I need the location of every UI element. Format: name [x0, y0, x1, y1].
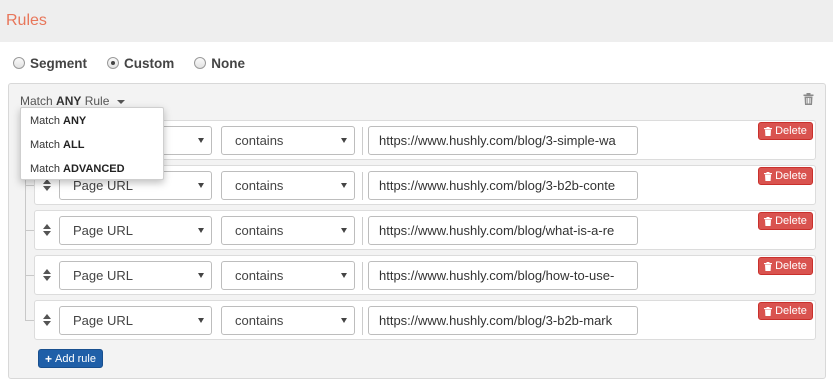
operator-select-value: contains: [235, 313, 284, 328]
select-caret-icon: [341, 273, 347, 278]
field-select-value: Page URL: [73, 268, 133, 283]
rule-tree-branch: [25, 275, 34, 276]
delete-rule-button[interactable]: Delete: [758, 212, 813, 230]
rule-tree-branch: [25, 230, 34, 231]
rule-tree-branch: [25, 185, 34, 186]
delete-label: Delete: [775, 170, 807, 182]
field-select-value: Page URL: [73, 313, 133, 328]
radio-custom-label: Custom: [124, 55, 175, 71]
menu-item-match-any[interactable]: Match ANY: [21, 111, 163, 135]
operator-select-value: contains: [235, 178, 284, 193]
radio-segment[interactable]: Segment: [13, 56, 87, 71]
rules-header: Rules: [0, 0, 833, 42]
rule-value-input[interactable]: https://www.hushly.com/blog/3-b2b-conte: [368, 171, 638, 200]
menu-item-prefix: Match: [30, 139, 60, 151]
rule-row: Page URL contains https://www.hushly.com/b…: [34, 300, 816, 340]
match-mode-toggle[interactable]: Match ANY Rule: [20, 94, 125, 108]
menu-item-mode: ANY: [63, 115, 87, 127]
delete-rule-button[interactable]: Delete: [758, 302, 813, 320]
radio-none-label: None: [211, 55, 246, 71]
trash-icon: [764, 171, 773, 181]
trash-icon: [764, 306, 773, 316]
delete-rule-button[interactable]: Delete: [758, 122, 813, 140]
match-suffix: Rule: [84, 94, 110, 108]
radio-none[interactable]: None: [194, 56, 245, 71]
add-rule-label: Add rule: [55, 352, 96, 365]
delete-label: Delete: [775, 215, 807, 227]
match-mode-dropdown: Match ANY Match ALL Match ADVANCED: [20, 107, 164, 180]
rule-value-input[interactable]: https://www.hushly.com/blog/3-b2b-mark: [368, 306, 638, 335]
operator-select[interactable]: contains: [221, 126, 355, 155]
radio-none-circle[interactable]: [194, 57, 207, 69]
rule-value-input[interactable]: https://www.hushly.com/blog/how-to-use-: [368, 261, 638, 290]
trash-icon[interactable]: [803, 93, 814, 108]
delete-label: Delete: [775, 305, 807, 317]
trash-icon: [764, 126, 773, 136]
value-separator: [362, 172, 363, 200]
radio-custom-circle[interactable]: [107, 57, 120, 69]
rule-value-text: https://www.hushly.com/blog/how-to-use-: [379, 268, 615, 283]
menu-item-mode: ALL: [63, 139, 85, 151]
add-rule-button[interactable]: + Add rule: [38, 349, 103, 368]
value-separator: [362, 262, 363, 290]
match-prefix: Match: [20, 94, 53, 108]
radio-custom[interactable]: Custom: [107, 56, 174, 71]
drag-handle-icon[interactable]: [42, 269, 52, 281]
field-select[interactable]: Page URL: [59, 306, 212, 335]
rule-value-text: https://www.hushly.com/blog/3-b2b-conte: [379, 178, 616, 193]
match-mode: ANY: [56, 94, 82, 108]
select-caret-icon: [198, 228, 204, 233]
rule-value-text: https://www.hushly.com/blog/3-simple-wa: [379, 133, 616, 148]
operator-select-value: contains: [235, 268, 284, 283]
menu-item-prefix: Match: [30, 163, 60, 175]
value-separator: [362, 127, 363, 155]
rule-value-input[interactable]: https://www.hushly.com/blog/3-simple-wa: [368, 126, 638, 155]
drag-handle-icon[interactable]: [42, 314, 52, 326]
menu-item-mode: ADVANCED: [63, 163, 125, 175]
rule-value-text: https://www.hushly.com/blog/what-is-a-re: [379, 223, 615, 238]
caret-down-icon: [116, 99, 125, 104]
operator-select[interactable]: contains: [221, 306, 355, 335]
menu-item-prefix: Match: [30, 115, 60, 127]
field-select-value: Page URL: [73, 223, 133, 238]
field-select[interactable]: Page URL: [59, 261, 212, 290]
delete-label: Delete: [775, 125, 807, 137]
field-select[interactable]: Page URL: [59, 216, 212, 245]
select-caret-icon: [341, 318, 347, 323]
select-caret-icon: [198, 138, 204, 143]
select-caret-icon: [341, 138, 347, 143]
rule-value-text: https://www.hushly.com/blog/3-b2b-mark: [379, 313, 613, 328]
operator-select-value: contains: [235, 223, 284, 238]
select-caret-icon: [341, 183, 347, 188]
rule-row: Page URL contains https://www.hushly.com/b…: [34, 255, 816, 295]
radio-segment-circle[interactable]: [13, 57, 25, 69]
value-separator: [362, 217, 363, 245]
select-caret-icon: [198, 273, 204, 278]
page-title: Rules: [6, 12, 47, 29]
trash-icon: [764, 216, 773, 226]
plus-icon: +: [45, 351, 53, 366]
select-caret-icon: [198, 183, 204, 188]
value-separator: [362, 307, 363, 335]
menu-item-match-all[interactable]: Match ALL: [21, 135, 163, 159]
operator-select[interactable]: contains: [221, 171, 355, 200]
select-caret-icon: [341, 228, 347, 233]
delete-rule-button[interactable]: Delete: [758, 257, 813, 275]
delete-label: Delete: [775, 260, 807, 272]
rule-type-radio-group: Segment Custom None: [13, 55, 265, 71]
drag-handle-icon[interactable]: [42, 224, 52, 236]
delete-rule-button[interactable]: Delete: [758, 167, 813, 185]
operator-select[interactable]: contains: [221, 216, 355, 245]
select-caret-icon: [198, 318, 204, 323]
rule-value-input[interactable]: https://www.hushly.com/blog/what-is-a-re: [368, 216, 638, 245]
rule-tree-branch: [25, 320, 34, 321]
operator-select-value: contains: [235, 133, 284, 148]
menu-item-match-advanced[interactable]: Match ADVANCED: [21, 159, 163, 183]
radio-segment-label: Segment: [30, 55, 88, 71]
rule-row: Page URL contains https://www.hushly.com/b…: [34, 210, 816, 250]
trash-icon: [764, 261, 773, 271]
operator-select[interactable]: contains: [221, 261, 355, 290]
